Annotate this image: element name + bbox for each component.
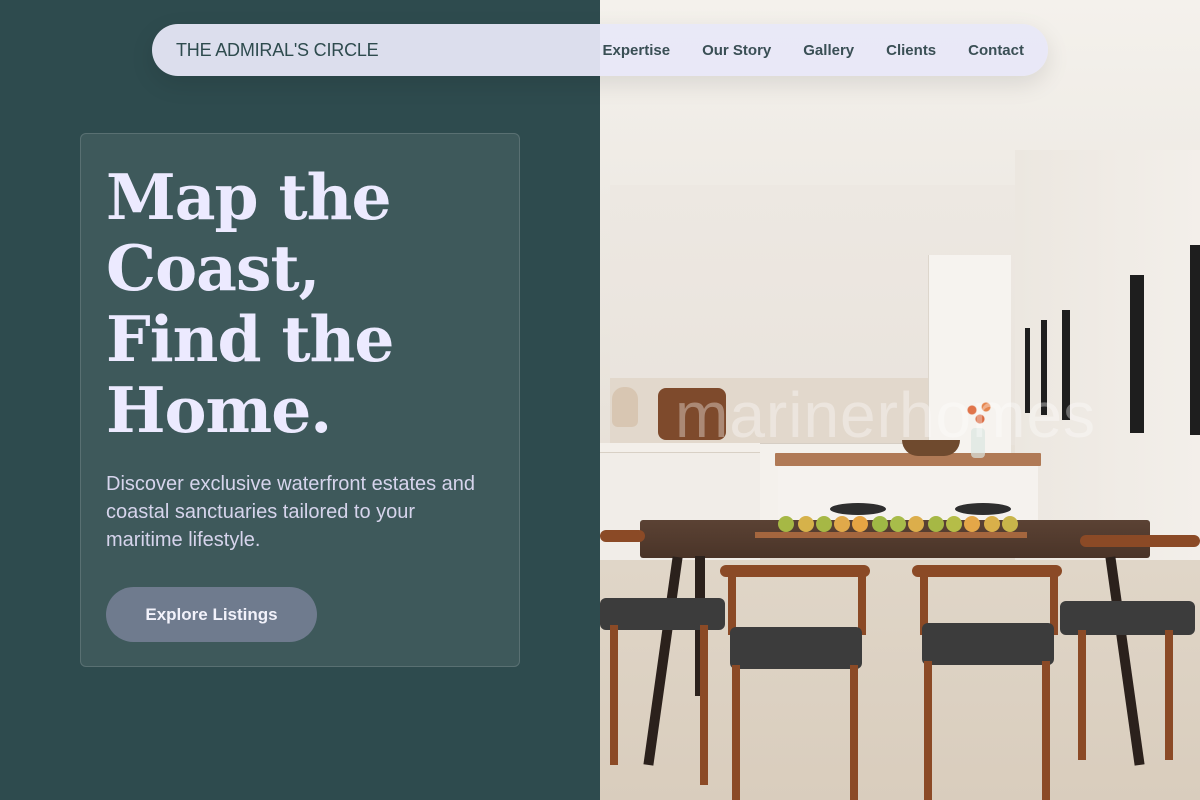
hero-title-line: Map the: [106, 160, 392, 234]
photo-chair: [912, 565, 1064, 800]
nav-links: Expertise Our Story Gallery Clients Cont…: [603, 24, 1024, 76]
photo-apple: [964, 516, 980, 532]
photo-island-top: [775, 453, 1041, 466]
photo-apple: [834, 516, 850, 532]
explore-listings-button[interactable]: Explore Listings: [106, 587, 317, 642]
page: marinerhomes THE ADMIRAL'S CIRCLE Expert…: [0, 0, 1200, 800]
photo-apple: [778, 516, 794, 532]
photo-chair: [600, 530, 730, 800]
nav-link-clients[interactable]: Clients: [886, 42, 936, 59]
brand-logo-text[interactable]: THE ADMIRAL'S CIRCLE: [176, 24, 379, 76]
top-navbar: THE ADMIRAL'S CIRCLE Expertise Our Story…: [152, 24, 1048, 76]
hero-card: Map the Coast, Find the Home. Discover e…: [80, 133, 520, 667]
photo-apple: [872, 516, 888, 532]
photo-apple: [908, 516, 924, 532]
photo-apple: [816, 516, 832, 532]
hero-photo-dining-room: marinerhomes: [600, 0, 1200, 800]
photo-chair: [720, 565, 872, 800]
photo-apple: [890, 516, 906, 532]
hero-subtitle: Discover exclusive waterfront estates an…: [106, 473, 476, 551]
hero-title-line: Find the: [106, 302, 394, 376]
hero-title: Map the Coast, Find the Home.: [106, 162, 506, 446]
photo-apple: [798, 516, 814, 532]
hero-title-line: Home.: [106, 373, 332, 447]
photo-apple: [1002, 516, 1018, 532]
photo-stool: [955, 503, 1011, 515]
photo-stool: [830, 503, 886, 515]
nav-link-our-story[interactable]: Our Story: [702, 42, 771, 59]
nav-link-expertise[interactable]: Expertise: [603, 42, 671, 59]
photo-apple: [852, 516, 868, 532]
photo-chair: [1060, 535, 1200, 775]
hero-title-line: Coast,: [106, 231, 320, 305]
photo-apple: [946, 516, 962, 532]
photo-apple: [928, 516, 944, 532]
nav-link-gallery[interactable]: Gallery: [803, 42, 854, 59]
photo-tray: [755, 532, 1027, 538]
photo-vase: [612, 387, 638, 427]
photo-apple: [984, 516, 1000, 532]
photo-island: [778, 466, 1038, 526]
photo-watermark: marinerhomes: [675, 379, 1097, 451]
nav-link-contact[interactable]: Contact: [968, 42, 1024, 59]
